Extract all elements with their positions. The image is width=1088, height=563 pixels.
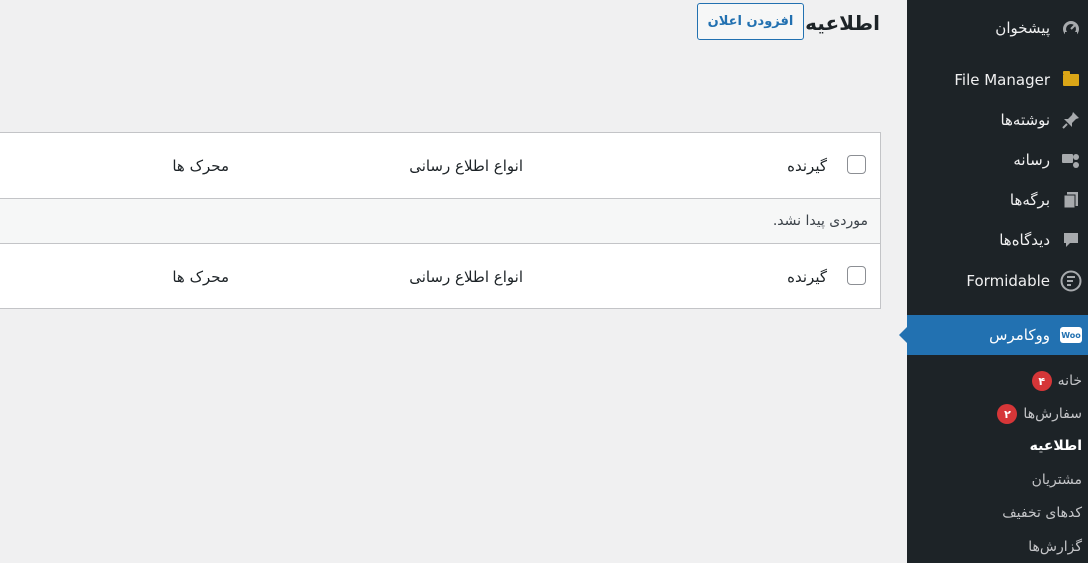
select-all-checkbox-footer[interactable]	[847, 266, 866, 285]
submenu-item-label: سفارش‌ها	[1023, 406, 1082, 422]
sidebar-item-comments[interactable]: دیدگاه‌ها	[907, 220, 1088, 260]
sidebar-item-formidable[interactable]: Formidable	[907, 261, 1088, 301]
submenu-item-orders[interactable]: سفارش‌ها ۲	[907, 399, 1088, 429]
pin-icon	[1054, 100, 1088, 140]
submenu-item-label: اطلاعیه	[1029, 438, 1082, 454]
woocommerce-icon: Woo	[1054, 315, 1088, 355]
empty-message: موردی پیدا نشد.	[772, 213, 868, 229]
submenu-item-label: خانه	[1057, 373, 1082, 389]
folder-icon	[1054, 60, 1088, 100]
submenu-item-reports[interactable]: گزارش‌ها	[907, 532, 1088, 562]
sidebar-item-label: نوشته‌ها	[1000, 111, 1050, 129]
sidebar-item-media[interactable]: رسانه	[907, 140, 1088, 180]
woo-logo-text: Woo	[1060, 327, 1082, 343]
column-header-triggers: محرک ها	[172, 157, 229, 175]
admin-sidebar: پیشخوان File Manager نوشته‌ها رسانه برگه…	[899, 0, 1088, 563]
sidebar-item-woocommerce[interactable]: Woo ووکامرس	[899, 315, 1088, 355]
sidebar-item-label: رسانه	[1013, 151, 1050, 169]
column-header-recipient[interactable]: گیرنده	[787, 133, 827, 199]
table-header-row: گیرنده انواع اطلاع رسانی محرک ها	[0, 133, 880, 199]
pages-icon	[1054, 180, 1088, 220]
dashboard-icon	[1054, 8, 1088, 48]
count-badge: ۴	[1031, 371, 1052, 391]
sidebar-item-label: برگه‌ها	[1009, 191, 1050, 209]
sidebar-item-dashboard[interactable]: پیشخوان	[907, 8, 1088, 48]
submenu-item-label: گزارش‌ها	[1028, 539, 1082, 555]
sidebar-item-label: Formidable	[966, 272, 1050, 290]
sidebar-item-posts[interactable]: نوشته‌ها	[907, 100, 1088, 140]
submenu-item-home[interactable]: خانه ۴	[907, 366, 1088, 396]
column-footer-recipient[interactable]: گیرنده	[787, 244, 827, 310]
sidebar-item-label: دیدگاه‌ها	[999, 231, 1050, 249]
table-footer-row: گیرنده انواع اطلاع رسانی محرک ها	[0, 243, 880, 309]
column-footer-triggers: محرک ها	[172, 268, 229, 286]
submenu-item-notifications[interactable]: اطلاعیه	[907, 431, 1088, 461]
submenu-item-label: کدهای تخفیف	[1002, 505, 1082, 521]
comment-icon	[1054, 220, 1088, 260]
count-badge: ۲	[997, 404, 1018, 424]
select-all-checkbox[interactable]	[847, 155, 866, 174]
sidebar-item-file-manager[interactable]: File Manager	[907, 60, 1088, 100]
sidebar-item-pages[interactable]: برگه‌ها	[907, 180, 1088, 220]
notifications-table: گیرنده انواع اطلاع رسانی محرک ها موردی پ…	[0, 132, 881, 309]
column-footer-notification-types: انواع اطلاع رسانی	[409, 268, 523, 286]
sidebar-item-label: پیشخوان	[995, 19, 1050, 37]
sidebar-item-label: ووکامرس	[989, 326, 1050, 344]
submenu-item-coupons[interactable]: کدهای تخفیف	[907, 498, 1088, 528]
add-notification-button[interactable]: افزودن اعلان	[697, 3, 804, 40]
submenu-item-label: مشتریان	[1031, 472, 1082, 488]
media-icon	[1054, 140, 1088, 180]
submenu-item-customers[interactable]: مشتریان	[907, 465, 1088, 495]
sidebar-item-label: File Manager	[954, 71, 1050, 89]
formidable-icon	[1054, 261, 1088, 301]
column-header-notification-types: انواع اطلاع رسانی	[409, 157, 523, 175]
table-empty-row: موردی پیدا نشد.	[0, 199, 880, 243]
page-title: اطلاعیه	[805, 11, 880, 35]
